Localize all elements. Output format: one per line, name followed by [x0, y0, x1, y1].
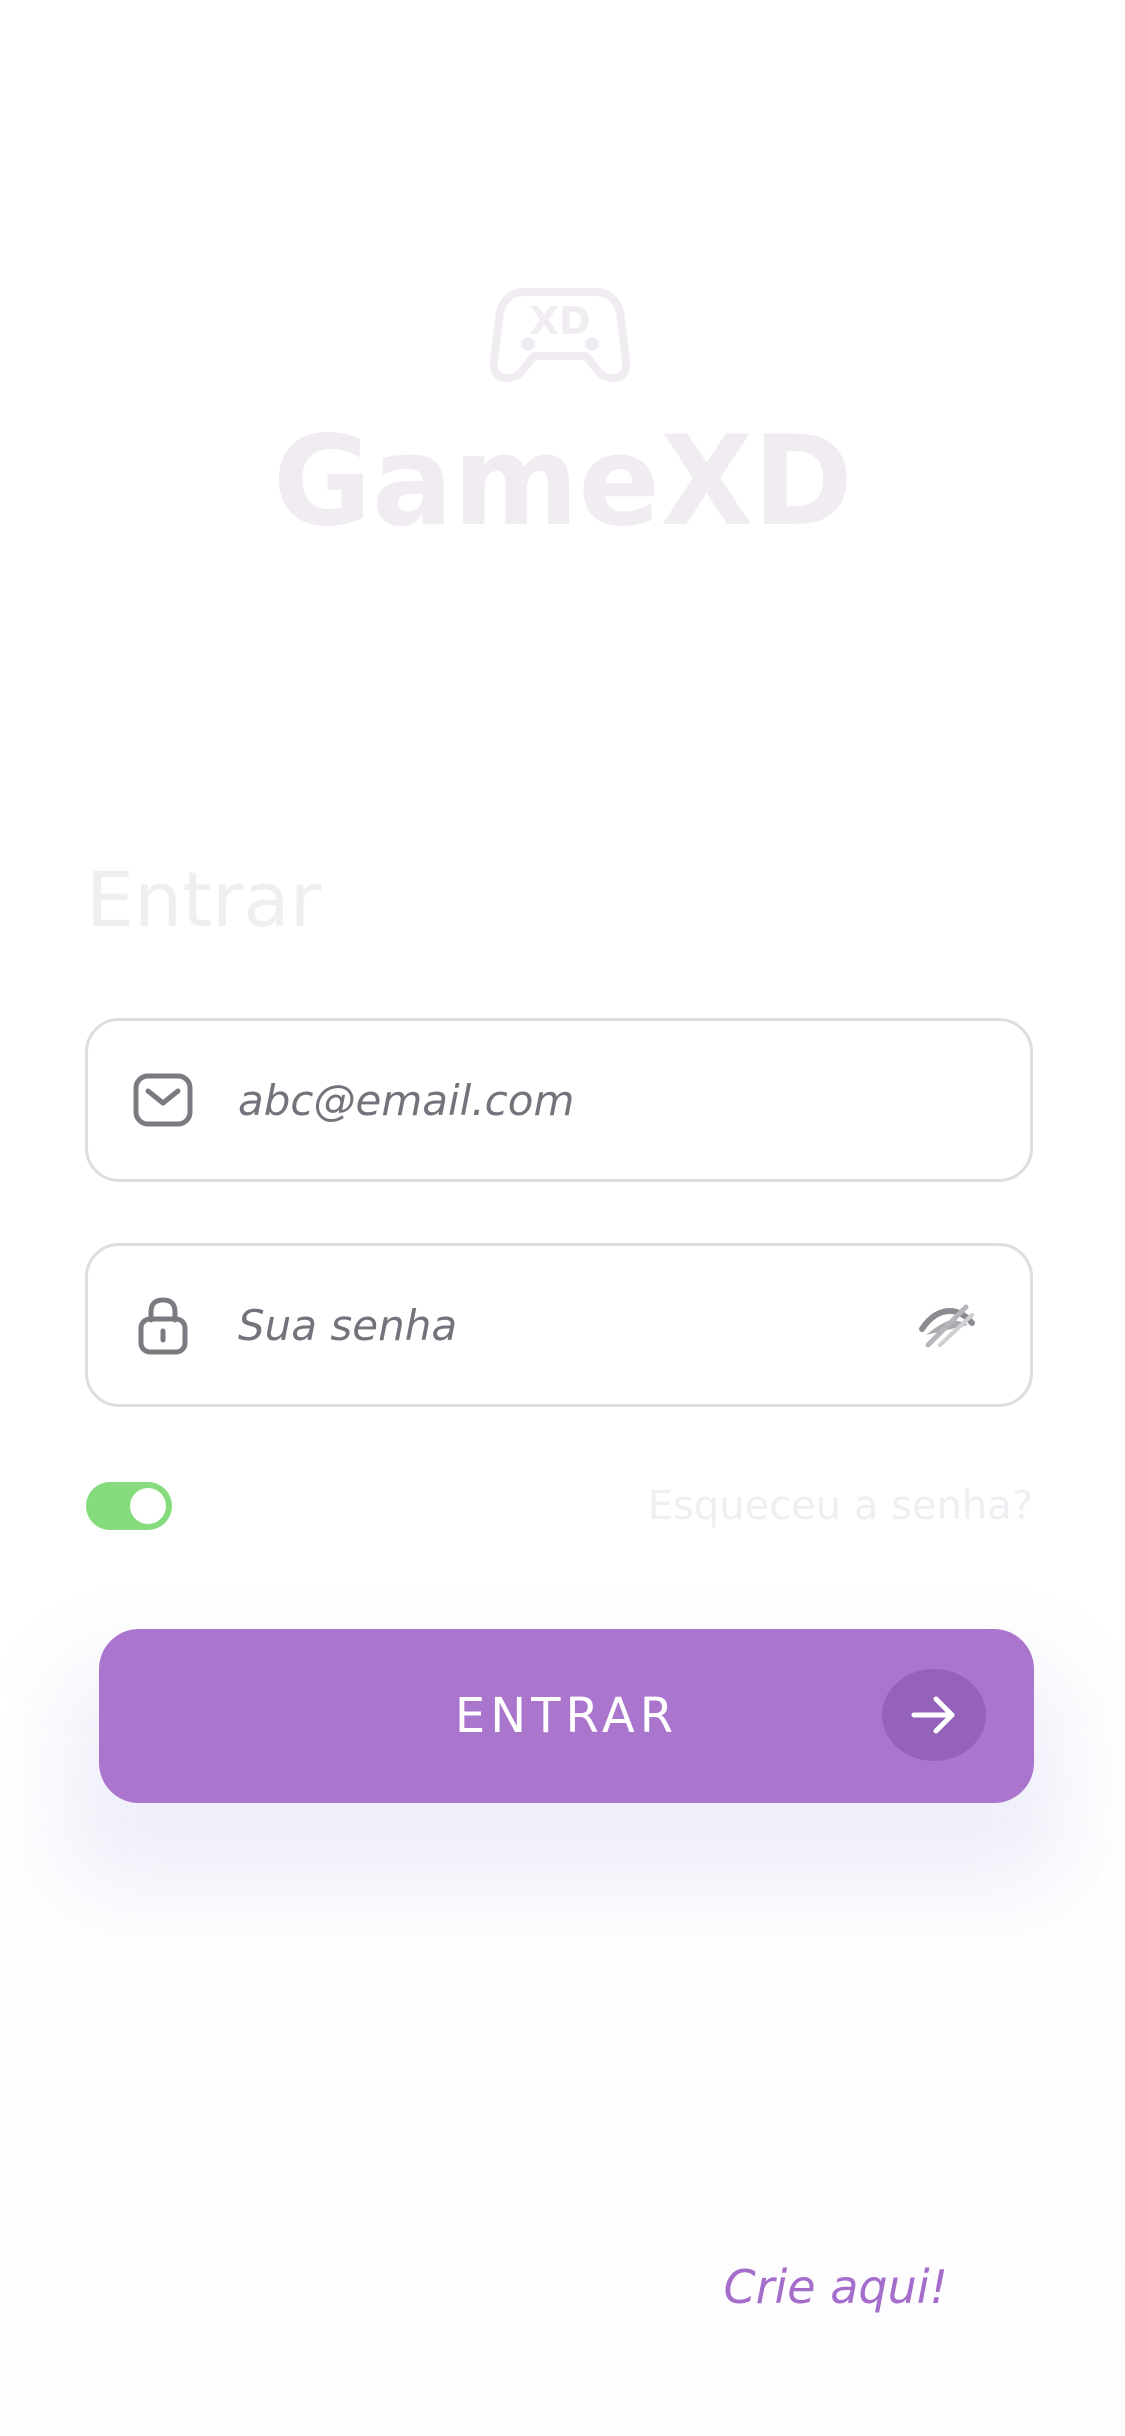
remember-me-toggle[interactable] [86, 1482, 172, 1530]
mail-icon [133, 1073, 193, 1127]
page-title: Entrar [86, 855, 322, 944]
brand-name: GameXD [273, 420, 853, 540]
arrow-right-icon [911, 1696, 955, 1734]
login-button[interactable]: ENTRAR [99, 1629, 1034, 1803]
login-screen: XD GameXD Entrar Esqueceu a senha [0, 0, 1125, 2436]
lock-icon [138, 1297, 188, 1355]
password-input[interactable] [238, 1246, 958, 1404]
forgot-password-link[interactable]: Esqueceu a senha? [648, 1484, 1033, 1528]
email-field-container[interactable] [85, 1018, 1033, 1182]
eye-off-icon[interactable] [918, 1299, 976, 1351]
gamepad-xd-icon: XD [490, 288, 630, 382]
arrow-button-circle [882, 1669, 986, 1761]
signup-link[interactable]: Crie aqui! [724, 2260, 949, 2314]
toggle-knob [130, 1488, 166, 1524]
brand-logo: GameXD [273, 420, 853, 540]
email-input[interactable] [238, 1021, 958, 1179]
svg-text:XD: XD [530, 299, 591, 343]
password-field-container[interactable] [85, 1243, 1033, 1407]
